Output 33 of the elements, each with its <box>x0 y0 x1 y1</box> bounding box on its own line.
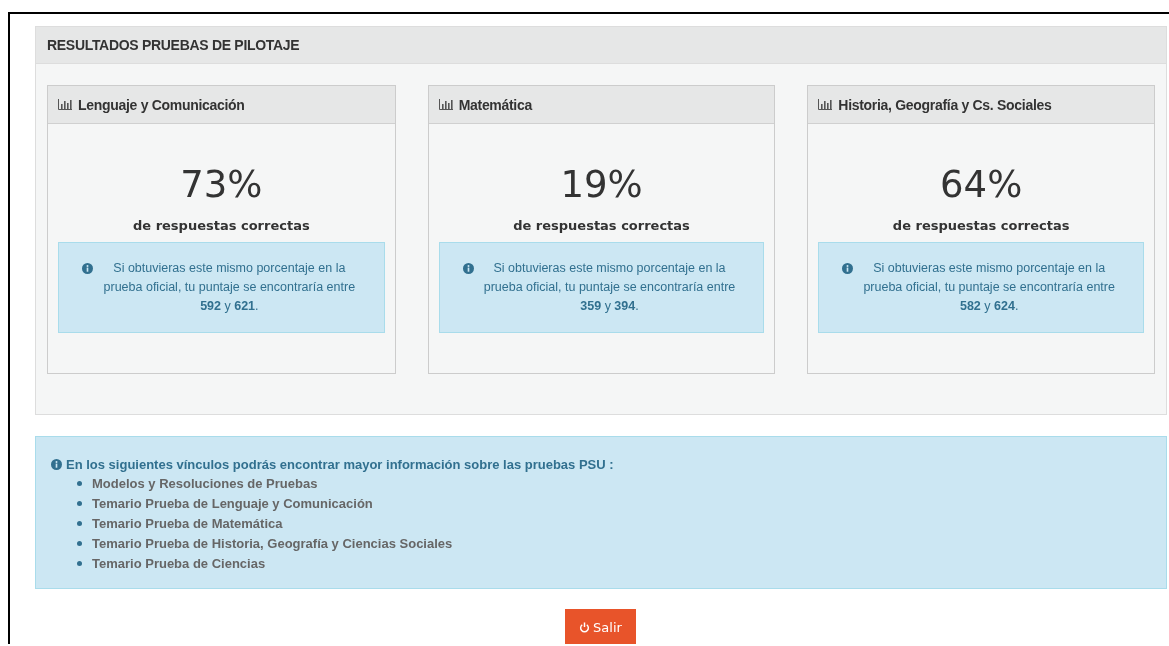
info-icon <box>842 263 854 274</box>
bar-chart-icon <box>58 99 72 110</box>
bullet-icon <box>77 500 82 506</box>
info-icon <box>51 459 62 470</box>
score-note: Si obtuvieras este mismo porcentaje en la prueba oficial, tu puntaje se encontraría entre 359 y 394. <box>482 260 737 315</box>
panel-title: RESULTADOS PRUEBAS DE PILOTAJE <box>47 37 300 53</box>
info-icon <box>82 263 94 274</box>
score-note: Si obtuvieras este mismo porcentaje en la prueba oficial, tu puntaje se encontraría entre 582 y 624. <box>862 260 1116 315</box>
resource-link[interactable]: Temario Prueba de Historia, Geografía y Ciencias Sociales <box>92 535 453 551</box>
subject-title: Lenguaje y Comunicación <box>78 96 245 113</box>
info-icon <box>462 263 474 274</box>
percentage-caption: de respuestas correctas <box>512 217 691 235</box>
bar-chart-icon <box>818 99 833 110</box>
resource-link[interactable]: Temario Prueba de Matemática <box>92 515 283 531</box>
info-intro: En los siguientes vínculos podrás encontrar mayor información sobre las pruebas PSU : <box>66 457 614 472</box>
bullet-icon <box>77 520 82 526</box>
percentage-caption: de respuestas correctas <box>891 217 1071 235</box>
power-icon <box>579 621 591 633</box>
exit-button[interactable]: Salir <box>565 609 636 644</box>
resource-link[interactable]: Modelos y Resoluciones de Pruebas <box>92 475 318 491</box>
percentage-value: 19% <box>559 163 644 207</box>
percentage-value: 73% <box>179 163 264 207</box>
score-note: Si obtuvieras este mismo porcentaje en la prueba oficial, tu puntaje se encontraría entre 592 y 621. <box>102 260 357 315</box>
subject-title: Historia, Geografía y Cs. Sociales <box>838 96 1052 113</box>
resource-link[interactable]: Temario Prueba de Lenguaje y Comunicación <box>92 495 373 511</box>
bullet-icon <box>77 560 82 566</box>
bar-chart-icon <box>438 99 453 110</box>
bullet-icon <box>77 480 82 486</box>
resource-link[interactable]: Temario Prueba de Ciencias <box>92 555 266 571</box>
percentage-value: 64% <box>939 163 1024 207</box>
bullet-icon <box>77 540 82 546</box>
subject-title: Matemática <box>458 96 532 113</box>
percentage-caption: de respuestas correctas <box>132 217 311 235</box>
